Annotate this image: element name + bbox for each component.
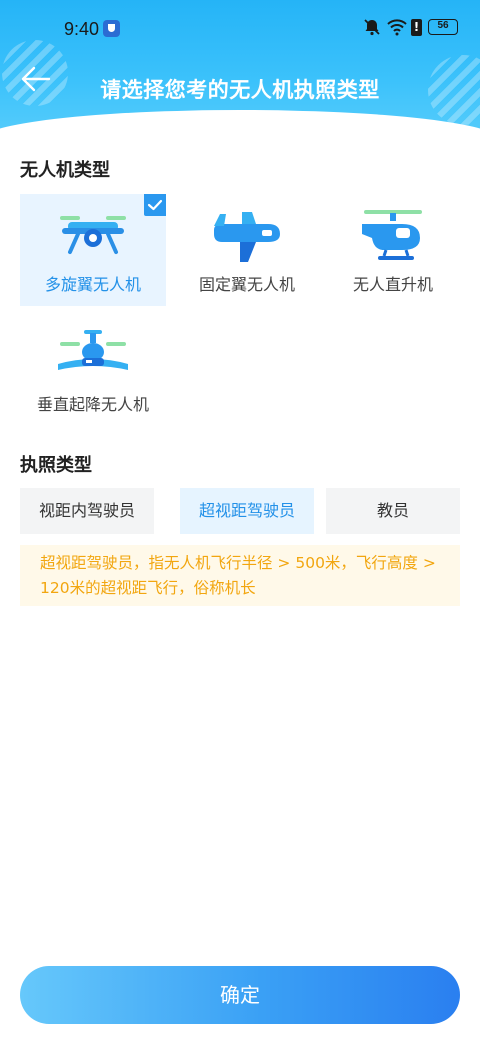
drone-option-label: 垂直起降无人机 <box>36 395 149 414</box>
status-bar: 9:40 ! 56 <box>0 0 480 60</box>
license-option-visual-line-pilot[interactable]: 视距内驾驶员 <box>20 488 154 534</box>
vtol-drone-icon <box>58 330 128 370</box>
license-option-bvlos-pilot[interactable]: 超视距驾驶员 <box>180 488 314 534</box>
drone-option-label: 多旋翼无人机 <box>44 275 141 294</box>
status-icons: ! 56 <box>363 18 458 36</box>
drone-option-label: 固定翼无人机 <box>198 275 295 294</box>
confirm-button[interactable]: 确定 <box>20 966 460 1024</box>
mute-bell-icon <box>363 18 381 36</box>
license-notice: 超视距驾驶员，指无人机飞行半径 > 500米，飞行高度 > 120米的超视距飞行… <box>20 545 460 606</box>
drone-option-fixed-wing[interactable]: 固定翼无人机 <box>174 194 320 306</box>
page-title: 请选择您考的无人机执照类型 <box>100 78 380 102</box>
multirotor-drone-icon <box>60 216 126 254</box>
drone-type-section-title: 无人机类型 <box>20 160 110 181</box>
battery-icon: 56 <box>428 19 458 35</box>
alert-icon: ! <box>411 18 422 36</box>
selected-check-badge <box>144 194 166 216</box>
header-wave <box>0 110 480 135</box>
wifi-icon <box>387 18 407 36</box>
drone-option-label: 无人直升机 <box>352 275 433 294</box>
fixed-wing-plane-icon <box>214 212 280 262</box>
status-time: 9:40 <box>64 19 100 39</box>
drone-option-multirotor[interactable]: 多旋翼无人机 <box>20 194 166 306</box>
drone-option-vtol[interactable]: 垂直起降无人机 <box>20 314 166 426</box>
shield-icon <box>103 20 120 37</box>
drone-option-helicopter[interactable]: 无人直升机 <box>320 194 466 306</box>
license-option-instructor[interactable]: 教员 <box>326 488 460 534</box>
check-icon <box>147 199 163 211</box>
helicopter-icon <box>362 210 422 260</box>
license-type-section-title: 执照类型 <box>20 455 92 476</box>
